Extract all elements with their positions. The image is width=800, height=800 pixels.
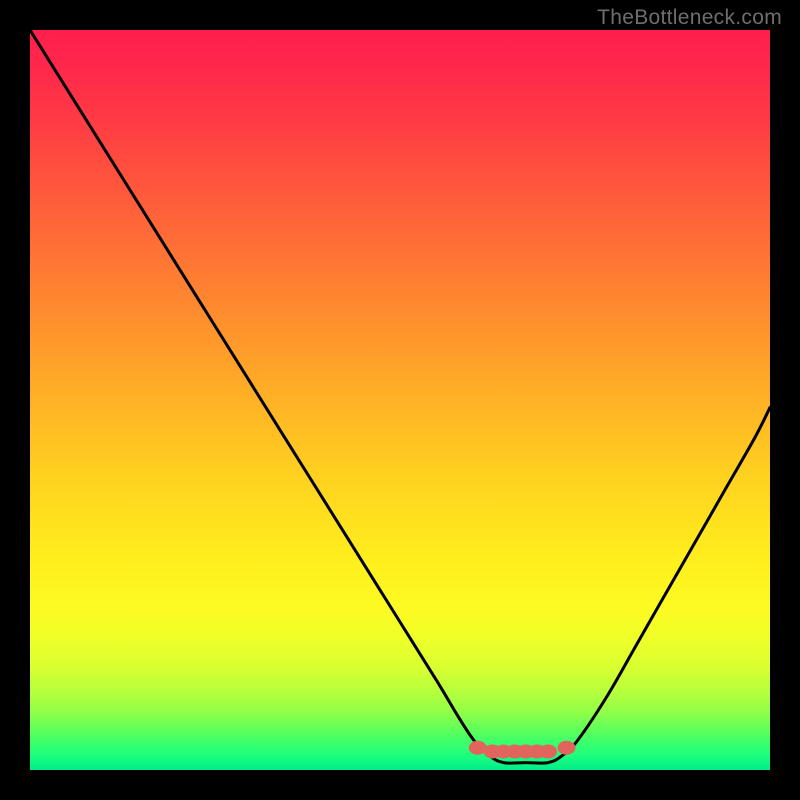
bottleneck-curve-svg — [30, 30, 770, 770]
plot-area — [30, 30, 770, 770]
bottleneck-curve — [30, 30, 770, 763]
curve-marker — [558, 741, 576, 755]
chart-container: TheBottleneck.com — [0, 0, 800, 800]
curve-marker — [539, 745, 557, 759]
watermark-text: TheBottleneck.com — [597, 6, 782, 30]
